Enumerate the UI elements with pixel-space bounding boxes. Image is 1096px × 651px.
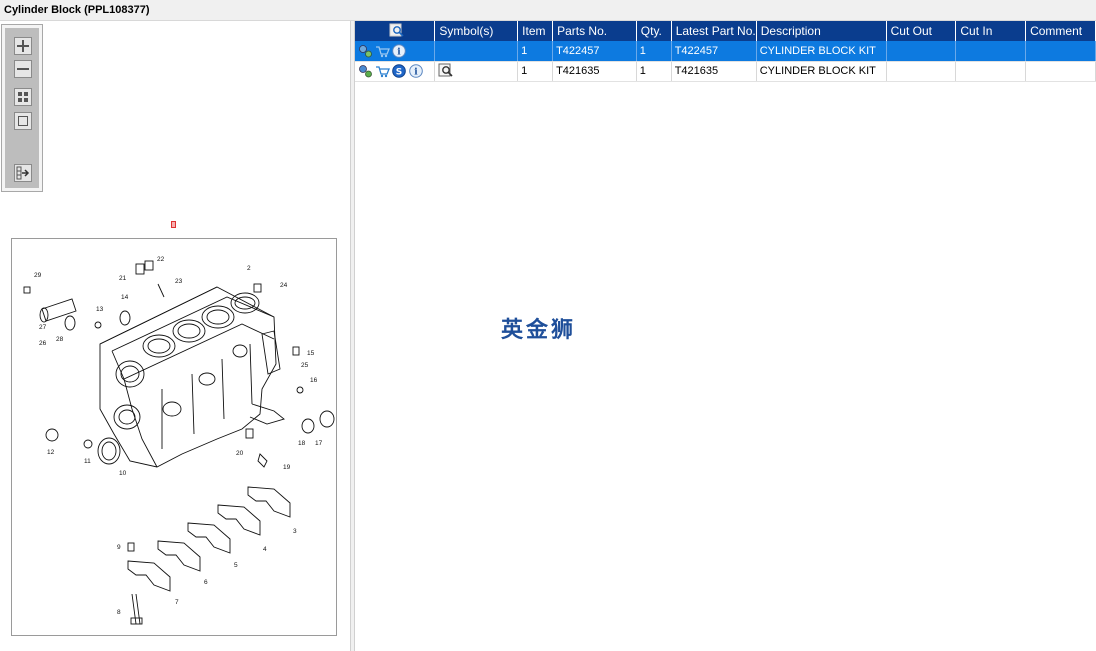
svg-text:10: 10 bbox=[119, 470, 127, 477]
hotspot-marker[interactable] bbox=[171, 221, 176, 228]
fit-grid-icon bbox=[14, 88, 32, 106]
export-button[interactable] bbox=[14, 164, 32, 182]
svg-text:12: 12 bbox=[47, 449, 55, 456]
qty-cell: 1 bbox=[636, 41, 672, 62]
cut-in-cell bbox=[955, 61, 1027, 82]
cart-icon[interactable] bbox=[375, 64, 390, 78]
gear-icon[interactable] bbox=[358, 44, 373, 58]
cylinder-block-illustration: 29 21 22 23 2 24 14 13 27 28 26 15 25 16 12 11 10 20… bbox=[23, 256, 335, 625]
zoom-in-button[interactable] bbox=[14, 37, 32, 55]
svg-text:i: i bbox=[414, 68, 418, 78]
svg-text:14: 14 bbox=[121, 294, 129, 301]
col-qty[interactable]: Qty. bbox=[636, 21, 672, 41]
description-cell: CYLINDER BLOCK KIT bbox=[756, 61, 887, 82]
table-header-row: Symbol(s) Item Parts No. Qty. Latest Par… bbox=[355, 21, 1096, 41]
col-comment[interactable]: Comment bbox=[1025, 21, 1096, 41]
info-icon[interactable]: i bbox=[392, 43, 407, 58]
svg-text:2: 2 bbox=[247, 265, 251, 272]
zoom-toolbar bbox=[1, 24, 43, 192]
description-cell: CYLINDER BLOCK KIT bbox=[756, 41, 887, 62]
symbol-cell[interactable] bbox=[434, 61, 519, 82]
comment-cell bbox=[1025, 41, 1096, 62]
search-document-icon[interactable] bbox=[438, 63, 454, 77]
svg-text:5: 5 bbox=[234, 562, 238, 569]
col-cut-out[interactable]: Cut Out bbox=[886, 21, 957, 41]
col-symbols[interactable]: Symbol(s) bbox=[434, 21, 519, 41]
search-document-icon bbox=[389, 23, 404, 37]
svg-text:7: 7 bbox=[175, 599, 179, 606]
svg-text:13: 13 bbox=[96, 306, 104, 313]
export-list-icon bbox=[14, 164, 32, 182]
window-title: Cylinder Block (PPL108377) bbox=[4, 4, 150, 16]
svg-text:25: 25 bbox=[301, 362, 309, 369]
latest-part-no-cell: T422457 bbox=[671, 41, 757, 62]
svg-text:11: 11 bbox=[84, 458, 91, 465]
svg-text:i: i bbox=[397, 47, 401, 57]
cut-in-cell bbox=[955, 41, 1027, 62]
cart-icon[interactable] bbox=[375, 44, 390, 58]
symbol-cell bbox=[434, 41, 519, 62]
diagram-panel: 29 21 22 23 2 24 14 13 27 28 26 15 25 16 12 11 10 20… bbox=[0, 21, 350, 651]
col-cut-in[interactable]: Cut In bbox=[955, 21, 1027, 41]
comment-cell bbox=[1025, 61, 1096, 82]
parts-list-panel: Symbol(s) Item Parts No. Qty. Latest Par… bbox=[355, 21, 1096, 651]
info-icon[interactable]: i bbox=[409, 64, 424, 78]
zoom-out-button[interactable] bbox=[14, 60, 32, 78]
header-icon-cell[interactable] bbox=[355, 21, 436, 41]
latest-part-no-cell: T421635 bbox=[671, 61, 757, 82]
table-row[interactable]: S i 1 T421635 1 T421635 CYLINDER BLOCK K… bbox=[355, 61, 1096, 82]
item-cell: 1 bbox=[517, 61, 554, 82]
svg-text:20: 20 bbox=[236, 450, 244, 457]
svg-text:6: 6 bbox=[204, 579, 208, 586]
svg-text:26: 26 bbox=[39, 340, 47, 347]
table-row[interactable]: i 1 T422457 1 T422457 CYLINDER BLOCK KIT bbox=[355, 41, 1096, 62]
row-action-icons: i bbox=[355, 41, 436, 62]
watermark-text: 英金狮 bbox=[501, 318, 577, 343]
svg-text:18: 18 bbox=[298, 440, 306, 447]
svg-text:24: 24 bbox=[280, 282, 288, 289]
svg-text:22: 22 bbox=[157, 256, 165, 263]
svg-text:4: 4 bbox=[263, 546, 267, 553]
part-no-cell: T422457 bbox=[552, 41, 637, 62]
col-latest-part-no[interactable]: Latest Part No. bbox=[671, 21, 757, 41]
actual-size-button[interactable] bbox=[14, 112, 32, 130]
svg-text:27: 27 bbox=[39, 324, 47, 331]
gear-icon[interactable] bbox=[358, 64, 373, 78]
actual-size-icon bbox=[14, 112, 32, 130]
svg-text:16: 16 bbox=[310, 377, 318, 384]
svg-text:23: 23 bbox=[175, 278, 183, 285]
zoom-out-icon bbox=[14, 60, 32, 78]
zoom-in-icon bbox=[14, 37, 32, 55]
fit-button[interactable] bbox=[14, 88, 32, 106]
svg-text:9: 9 bbox=[117, 544, 121, 551]
title-bar: Cylinder Block (PPL108377) bbox=[0, 0, 1096, 21]
qty-cell: 1 bbox=[636, 61, 672, 82]
svg-text:17: 17 bbox=[315, 440, 323, 447]
cut-out-cell bbox=[886, 61, 957, 82]
col-description[interactable]: Description bbox=[756, 21, 887, 41]
s-icon[interactable]: S bbox=[392, 64, 407, 78]
parts-table: Symbol(s) Item Parts No. Qty. Latest Par… bbox=[355, 21, 1096, 82]
svg-text:8: 8 bbox=[117, 609, 121, 616]
svg-text:19: 19 bbox=[283, 464, 291, 471]
svg-text:3: 3 bbox=[293, 528, 297, 535]
col-parts-no[interactable]: Parts No. bbox=[552, 21, 637, 41]
svg-text:28: 28 bbox=[56, 336, 64, 343]
svg-text:29: 29 bbox=[34, 272, 42, 279]
svg-text:21: 21 bbox=[119, 275, 127, 282]
exploded-parts-drawing[interactable]: 29 21 22 23 2 24 14 13 27 28 26 15 25 16 12 11 10 20… bbox=[11, 238, 337, 636]
part-no-cell: T421635 bbox=[552, 61, 637, 82]
svg-text:15: 15 bbox=[307, 350, 315, 357]
col-item[interactable]: Item bbox=[517, 21, 554, 41]
svg-text:S: S bbox=[396, 68, 402, 78]
row-action-icons: S i bbox=[355, 61, 436, 82]
item-cell: 1 bbox=[517, 41, 554, 62]
cut-out-cell bbox=[886, 41, 957, 62]
